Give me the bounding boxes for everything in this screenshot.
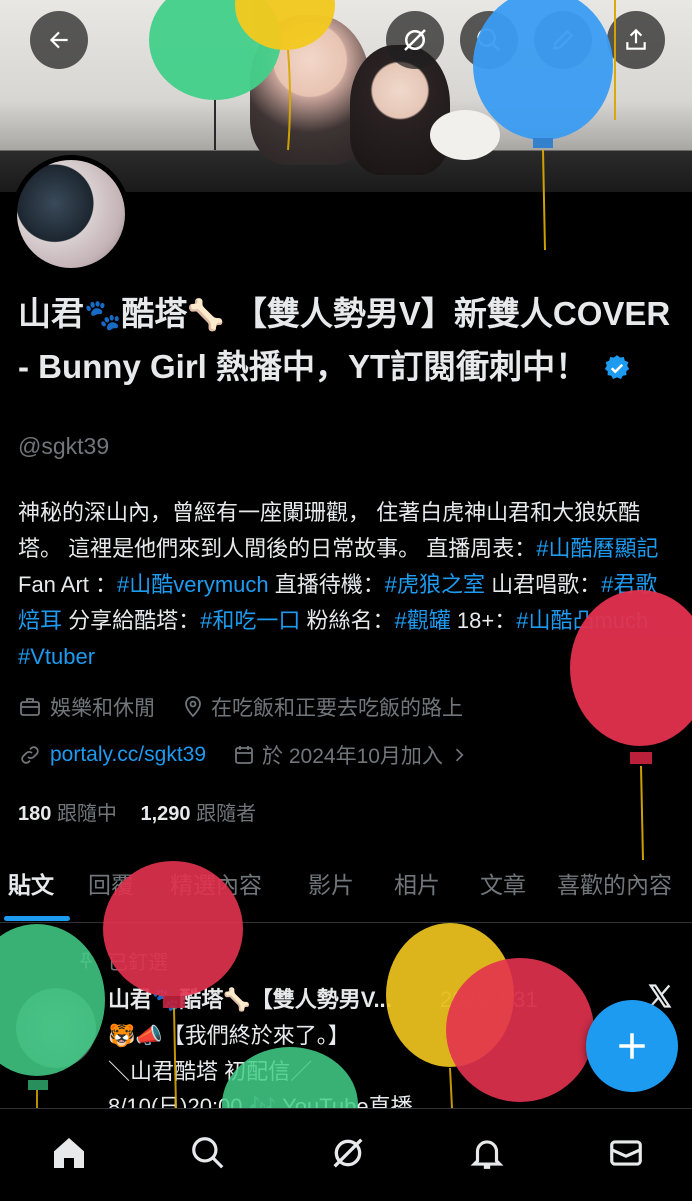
hashtag-link[interactable]: #Vtuber [18,644,95,669]
share-icon [626,28,646,50]
bone-icon: 🦴 [187,299,225,332]
nav-notifications[interactable] [465,1131,509,1175]
following-label: 跟隨中 [56,803,117,825]
hashtag-link[interactable]: #和吃一口 [200,608,300,633]
nav-messages[interactable] [604,1131,648,1175]
compose-post-button[interactable] [586,1000,678,1092]
calendar-icon [235,746,253,764]
tab-photos[interactable]: 相片 [394,866,440,900]
nav-search[interactable] [186,1131,230,1175]
bottom-navigation [0,1108,692,1201]
following-link[interactable]: 180 跟隨中 [18,803,117,825]
profile-meta-row: portaly.cc/sgkt39 於 2024年10月加入 [18,740,469,770]
banner-plush [430,110,500,160]
search-icon [477,28,501,52]
tab-posts[interactable]: 貼文 [8,866,54,900]
profile-website-link[interactable]: portaly.cc/sgkt39 [50,743,206,767]
display-name: 山君🐾酷塔🦴 【雙人勢男V】新雙人COVER - Bunny Girl 熱播中，… [18,288,678,392]
bio-text: Fan Art ： [18,572,118,597]
back-button[interactable] [30,11,88,69]
edit-button[interactable] [534,11,592,69]
post-text-line: ＼山君酷塔 初配信／ [108,1059,313,1084]
pencil-icon [552,29,574,51]
bio-text: 粉絲名： [300,608,395,633]
post-date[interactable]: 2025/7/31 [440,987,538,1012]
followers-label: 跟隨者 [196,803,257,825]
bio-text: 山君唱歌： [485,572,602,597]
profile-tabs: 貼文 回覆 精選內容 影片 相片 文章 喜歡的內容 [0,858,692,923]
profile-joined-date[interactable]: 於 2024年10月加入 [262,740,443,770]
hashtag-link[interactable]: #山酷曆顯記 [536,536,658,561]
search-icon [192,1137,224,1169]
hashtag-link[interactable]: #觀罐 [395,608,451,633]
avatar-image [17,160,125,268]
post-avatar[interactable] [16,988,96,1068]
nav-grok[interactable] [326,1131,370,1175]
tab-articles[interactable]: 文章 [480,866,526,900]
follow-stats: 180 跟隨中 1,290 跟隨者 [18,797,256,826]
followers-link[interactable]: 1,290 跟隨者 [141,803,257,825]
profile-location: 在吃飯和正要去吃飯的路上 [211,697,463,720]
plus-icon [619,1033,645,1059]
post-text-line: 🐯📣【我們終於來了。】 [108,1023,350,1048]
home-icon [54,1138,84,1168]
link-icon [21,746,39,764]
pinned-label: 已釘選 [108,952,168,974]
location-icon [185,696,201,718]
pinned-post[interactable]: 已釘選 山君🐾酷塔🦴【雙人勢男V... 2025/7/31 🐯📣【我們終於來了。… [0,924,692,1119]
followers-count: 1,290 [140,803,191,825]
grok-button[interactable] [386,11,444,69]
share-button[interactable] [607,11,665,69]
grok-icon [404,29,426,51]
hashtag-link[interactable]: #山酷verymuch [117,572,269,597]
hashtag-link[interactable]: #虎狼之室 [385,572,485,597]
profile-avatar[interactable] [12,155,130,273]
search-button[interactable] [460,11,518,69]
name-text-2: 酷塔 [121,295,188,332]
bio-text: 直播待機： [268,572,385,597]
profile-category: 娛樂和休閒 [50,697,155,720]
verified-badge-icon[interactable] [603,354,631,382]
tab-replies[interactable]: 回覆 [88,866,134,900]
bio-text: 分享給酷塔： [62,608,201,633]
profile-meta-row: 娛樂和休閒 在吃飯和正要去吃飯的路上 [18,692,463,722]
arrow-left-icon [49,31,68,49]
tab-videos[interactable]: 影片 [308,866,354,900]
envelope-icon [610,1140,642,1166]
pin-icon [79,952,93,968]
profile-handle: @sgkt39 [18,433,110,459]
post-header: 山君🐾酷塔🦴【雙人勢男V... 2025/7/31 [108,982,538,1014]
profile-bio: 神秘的深山內，曾經有一座闌珊觀， 住著白虎神山君和大狼妖酷塔。 這裡是他們來到人… [18,495,678,675]
pinned-indicator: 已釘選 [79,946,168,975]
tab-likes[interactable]: 喜歡的內容 [557,866,672,900]
chevron-right-icon[interactable] [449,745,469,765]
tab-highlights[interactable]: 精選內容 [170,866,262,900]
hashtag-link[interactable]: #山酷凸much [516,608,648,633]
nav-home[interactable] [47,1131,91,1175]
post-author[interactable]: 山君🐾酷塔🦴【雙人勢男V... [108,987,392,1012]
active-tab-indicator [4,916,70,921]
following-count: 180 [18,803,52,825]
bio-text: 18+： [450,608,517,633]
paw-icon: 🐾 [84,299,122,332]
briefcase-icon [20,698,40,716]
bell-icon [470,1140,504,1169]
grok-icon [333,1138,363,1168]
name-text-1: 山君 [18,295,84,332]
